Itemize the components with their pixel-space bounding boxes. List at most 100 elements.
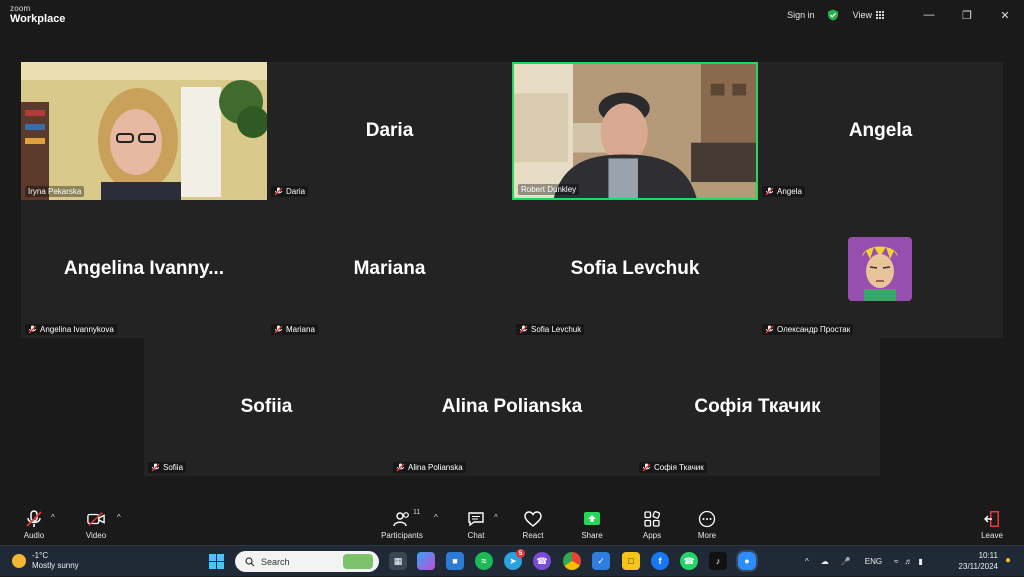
heart-icon [524, 511, 542, 527]
mic-off-icon [274, 325, 283, 334]
chrome-icon[interactable] [563, 552, 581, 570]
sticky-notes-icon[interactable]: □ [622, 552, 640, 570]
chat-label: Chat [467, 531, 485, 540]
zoom-logo: zoom Workplace [10, 5, 65, 25]
leave-door-icon [984, 511, 999, 527]
sign-in-link[interactable]: Sign in [787, 10, 815, 20]
cloud-icon[interactable]: ☁ [821, 557, 829, 566]
sun-icon [12, 553, 26, 568]
avatar [848, 237, 912, 301]
participant-name-label: Софія Ткачик [639, 462, 707, 473]
view-button[interactable]: View [853, 10, 884, 20]
wifi-icon[interactable]: ≈ [894, 557, 898, 566]
participant-tile[interactable]: Daria Daria [267, 62, 512, 200]
participant-display-name: Angelina Ivanny... [63, 258, 225, 279]
participant-display-name: Daria [365, 120, 414, 141]
video-options-chevron-icon[interactable]: ^ [117, 513, 121, 522]
participant-name-label: Daria [271, 186, 309, 197]
participant-tile[interactable]: Alina Polianska Alina Polianska [389, 338, 635, 476]
title-bar: zoom Workplace Sign in View — ❐ ✕ [0, 0, 1024, 30]
todo-check-icon[interactable]: ✓ [592, 552, 610, 570]
viber-icon[interactable]: ☎ [533, 552, 551, 570]
mic-off-icon [396, 463, 405, 472]
facebook-icon[interactable]: f [651, 552, 669, 570]
apps-icon [644, 511, 660, 527]
share-screen-icon [584, 512, 600, 525]
participants-icon [393, 512, 409, 527]
clock-time: 10:11 [978, 551, 998, 560]
shield-check-icon[interactable] [827, 9, 839, 21]
react-button[interactable]: React [507, 510, 559, 540]
mic-off-icon [151, 463, 160, 472]
ms-store-icon[interactable]: ■ [446, 552, 464, 570]
tiktok-icon[interactable]: ♪ [709, 552, 727, 570]
participant-tile[interactable]: Софія Ткачик Софія Ткачик [635, 338, 880, 476]
participant-name-label: Sofia Levchuk [516, 324, 585, 335]
participant-name-label: Sofiia [148, 462, 187, 473]
microphone-icon[interactable]: 🎤 [841, 557, 851, 566]
windows-taskbar: -1°C Mostly sunny Search ▦ ■ ≈ ➤ 5 ☎ ✓ □ … [0, 545, 1024, 576]
participant-tile[interactable]: Sofia Levchuk Sofia Levchuk [512, 200, 758, 338]
language-indicator[interactable]: ENG [865, 557, 882, 566]
apps-button[interactable]: Apps [626, 510, 678, 540]
weather-desc: Mostly sunny [32, 560, 79, 570]
telegram-badge: 5 [516, 549, 525, 558]
restore-button[interactable]: ❐ [948, 0, 986, 30]
share-button[interactable]: Share [566, 510, 618, 540]
whatsapp-icon[interactable]: ☎ [680, 552, 698, 570]
participant-tile[interactable]: Sofiia Sofiia [144, 338, 389, 476]
spotify-icon[interactable]: ≈ [475, 552, 493, 570]
mic-muted-icon [26, 510, 42, 527]
participant-display-name: Sofiia [240, 396, 293, 417]
participants-options-chevron-icon[interactable]: ^ [434, 513, 438, 522]
participant-tile[interactable]: Mariana Mariana [267, 200, 512, 338]
minimize-button[interactable]: — [910, 0, 948, 30]
participant-tile-active-speaker[interactable]: Robert Dunkley [512, 62, 758, 200]
video-button[interactable]: Video [70, 510, 122, 540]
more-button[interactable]: More [681, 510, 733, 540]
taskbar-clock[interactable]: 10:11 23/11/2024 [959, 551, 998, 573]
telegram-icon[interactable]: ➤ 5 [504, 549, 525, 570]
more-icon [698, 510, 716, 528]
view-label: View [852, 10, 872, 20]
copilot-icon[interactable] [417, 552, 435, 570]
participant-name-label: Олександр Простак [762, 324, 854, 335]
audio-options-chevron-icon[interactable]: ^ [51, 513, 55, 522]
system-tray: ^ ☁ 🎤 ENG ≈ ♬ ▮ [805, 546, 923, 577]
participant-display-name: Sofia Levchuk [570, 258, 700, 279]
battery-icon[interactable]: ▮ [918, 557, 922, 566]
participant-tile[interactable]: Iryna Pekarska [21, 62, 267, 200]
volume-icon[interactable]: ♬ [904, 557, 912, 566]
participants-label: Participants [381, 531, 423, 540]
mic-off-icon [642, 463, 651, 472]
leave-button[interactable]: Leave [966, 510, 1018, 540]
participant-display-name: Angela [848, 120, 913, 141]
audio-label: Audio [23, 531, 45, 540]
participant-video [21, 62, 267, 200]
chat-icon [468, 512, 484, 527]
chat-options-chevron-icon[interactable]: ^ [494, 513, 498, 522]
participant-display-name: Mariana [353, 258, 426, 279]
participant-tile[interactable]: Олександр Простак [758, 200, 1003, 338]
participant-video [514, 64, 756, 198]
participant-display-name: Софія Ткачик [694, 396, 821, 417]
participant-tile[interactable]: Angelina Ivanny... Angelina Ivannykova [21, 200, 267, 338]
weather-widget[interactable]: -1°C Mostly sunny [12, 551, 79, 570]
apps-label: Apps [642, 531, 662, 540]
taskbar-search[interactable]: Search [235, 551, 379, 572]
start-button-windows-icon[interactable] [209, 554, 224, 569]
video-off-icon [87, 512, 105, 526]
participant-name-label: Mariana [271, 324, 318, 335]
zoom-taskbar-icon[interactable]: ● [738, 552, 756, 570]
close-button[interactable]: ✕ [986, 0, 1024, 30]
task-view-icon[interactable]: ▦ [389, 552, 407, 570]
notification-bell-icon[interactable]: ● [1002, 554, 1014, 566]
mic-off-icon [519, 325, 528, 334]
brand-small: zoom [10, 4, 31, 13]
restore-icon: ❐ [962, 9, 972, 22]
participant-tile[interactable]: Angela Angela [758, 62, 1003, 200]
close-icon: ✕ [1000, 9, 1010, 22]
tray-overflow-chevron-icon[interactable]: ^ [805, 557, 809, 566]
participant-display-name: Alina Polianska [441, 396, 583, 417]
participant-name-label: Robert Dunkley [518, 184, 580, 195]
